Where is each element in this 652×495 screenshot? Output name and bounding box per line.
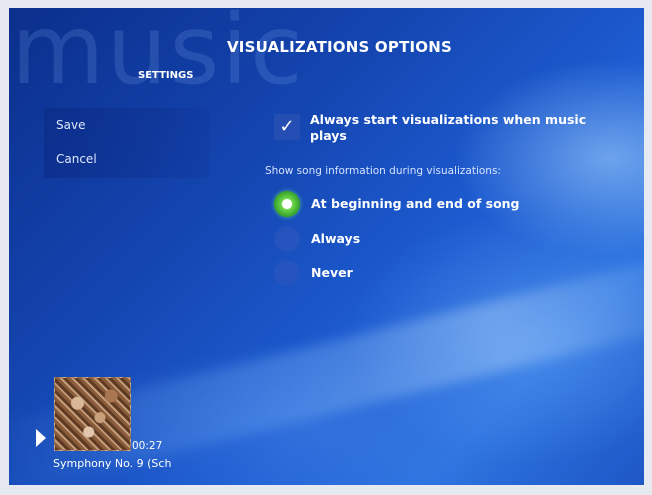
- radio-label-never[interactable]: Never: [311, 265, 353, 280]
- media-center-screen: music VISUALIZATIONS OPTIONS SETTINGS Sa…: [9, 8, 644, 485]
- cancel-button[interactable]: Cancel: [56, 152, 97, 166]
- save-button[interactable]: Save: [56, 118, 85, 132]
- radio-never[interactable]: [274, 260, 300, 286]
- radio-label-always[interactable]: Always: [311, 231, 360, 246]
- autostart-label: Always start visualizations when music p…: [310, 112, 587, 143]
- autostart-checkbox[interactable]: ✓: [274, 114, 300, 140]
- album-art[interactable]: [54, 377, 131, 451]
- radio-label-beginning-end[interactable]: At beginning and end of song: [311, 196, 520, 211]
- checkmark-icon: ✓: [279, 116, 295, 137]
- side-menu: Save Cancel: [44, 108, 209, 178]
- track-title: Symphony No. 9 (Sch: [53, 457, 172, 470]
- playback-time: 00:27: [132, 440, 163, 452]
- play-icon[interactable]: [36, 429, 46, 447]
- radio-always[interactable]: [274, 226, 300, 252]
- radio-beginning-end[interactable]: [274, 191, 300, 217]
- page-title: VISUALIZATIONS OPTIONS: [227, 38, 452, 56]
- song-info-label: Show song information during visualizati…: [265, 165, 501, 177]
- section-title: SETTINGS: [138, 70, 194, 81]
